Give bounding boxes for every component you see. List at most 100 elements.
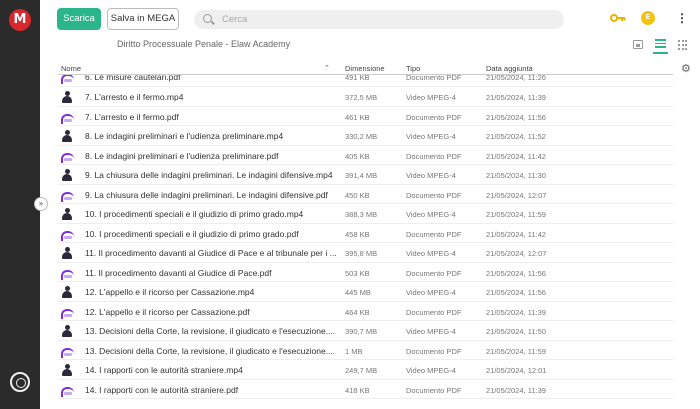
table-row[interactable]: 7. L'arresto e il fermo.mp4 372,5 MB Video… bbox=[58, 87, 673, 107]
file-list: 6. Le misure cautelari.pdf 491 KB Document… bbox=[58, 75, 673, 409]
file-name: 9. La chiusura delle indagini preliminar… bbox=[85, 170, 333, 180]
column-header-date[interactable]: Data aggiunta bbox=[486, 64, 533, 73]
pdf-file-icon bbox=[61, 307, 74, 319]
file-type: Documento PDF bbox=[406, 151, 462, 161]
table-row[interactable]: 9. La chiusura delle indagini preliminar… bbox=[58, 185, 673, 204]
expand-sidebar-icon[interactable]: » bbox=[34, 197, 48, 211]
file-date: 21/05/2024, 11:39 bbox=[486, 93, 546, 102]
grid-view-icon[interactable] bbox=[678, 40, 688, 50]
file-type: Video MPEG-4 bbox=[406, 249, 456, 258]
file-name: 12. L'appello e il ricorso per Cassazion… bbox=[85, 287, 255, 297]
mega-logo[interactable]: M bbox=[9, 9, 31, 31]
save-to-mega-button[interactable]: Salva in MEGA bbox=[107, 8, 179, 30]
file-type: Documento PDF bbox=[406, 346, 462, 356]
table-row[interactable]: 10. I procedimenti speciali e il giudizi… bbox=[58, 204, 673, 224]
file-type: Documento PDF bbox=[406, 229, 462, 239]
file-size: 405 KB bbox=[345, 151, 370, 161]
column-header-name[interactable]: Nome bbox=[61, 64, 81, 73]
file-type: Documento PDF bbox=[406, 190, 462, 200]
file-type: Video MPEG-4 bbox=[406, 93, 456, 102]
file-size: 450 KB bbox=[345, 190, 370, 200]
file-date: 21/05/2024, 11:30 bbox=[486, 171, 546, 180]
file-date: 21/05/2024, 12:07 bbox=[486, 190, 547, 200]
table-row[interactable]: 14. I rapporti con le autorità straniere… bbox=[58, 360, 673, 380]
file-type: Video MPEG-4 bbox=[406, 327, 456, 336]
file-name: 14. I rapporti con le autorità straniere… bbox=[85, 365, 243, 375]
table-row[interactable]: 11. Il procedimento davanti al Giudice d… bbox=[58, 263, 673, 282]
video-file-icon bbox=[62, 91, 72, 103]
file-date: 21/05/2024, 12:07 bbox=[486, 249, 547, 258]
search-bar[interactable] bbox=[194, 10, 564, 29]
video-file-icon bbox=[62, 286, 72, 298]
app-window: M » Scarica Salva in MEGA E ⋮ Diritto Pr… bbox=[0, 0, 700, 409]
file-date: 21/05/2024, 11:59 bbox=[486, 346, 546, 356]
more-options-icon[interactable]: ⋮ bbox=[676, 12, 688, 26]
thumbnail-view-icon[interactable] bbox=[633, 40, 643, 49]
video-file-icon bbox=[62, 130, 72, 142]
search-icon bbox=[203, 14, 212, 23]
download-button[interactable]: Scarica bbox=[57, 8, 101, 30]
file-type: Documento PDF bbox=[406, 307, 462, 317]
video-file-icon bbox=[62, 247, 72, 259]
sort-ascending-icon[interactable]: ⌃ bbox=[324, 64, 330, 72]
avatar[interactable]: E bbox=[641, 11, 655, 25]
list-view-icon[interactable] bbox=[655, 39, 666, 51]
file-date: 21/05/2024, 11:52 bbox=[486, 132, 546, 141]
file-name: 7. L'arresto e il fermo.pdf bbox=[85, 111, 179, 122]
file-size: 1 MB bbox=[345, 346, 363, 356]
table-row[interactable]: 11. Il procedimento davanti al Giudice d… bbox=[58, 243, 673, 263]
file-size: 249,7 MB bbox=[345, 366, 378, 375]
file-type: Documento PDF bbox=[406, 112, 462, 122]
file-type: Video MPEG-4 bbox=[406, 366, 456, 375]
table-row[interactable]: 12. L'appello e il ricorso per Cassazion… bbox=[58, 282, 673, 302]
file-name: 6. Le misure cautelari.pdf bbox=[85, 75, 181, 82]
active-view-indicator bbox=[653, 52, 668, 54]
file-name: 12. L'appello e il ricorso per Cassazion… bbox=[85, 306, 250, 317]
file-date: 21/05/2024, 12:01 bbox=[486, 366, 547, 375]
file-date: 21/05/2024, 11:50 bbox=[486, 327, 546, 336]
video-file-icon bbox=[62, 364, 72, 376]
table-row[interactable]: 8. Le indagini preliminari e l'udienza p… bbox=[58, 146, 673, 165]
file-name: 13. Decisioni della Corte, la revisione,… bbox=[85, 345, 336, 356]
file-name: 8. Le indagini preliminari e l'udienza p… bbox=[85, 150, 279, 161]
file-size: 491 KB bbox=[345, 75, 370, 82]
file-date: 21/05/2024, 11:39 bbox=[486, 307, 546, 317]
table-row[interactable]: 14. I rapporti con le autorità straniere… bbox=[58, 380, 673, 399]
breadcrumb: Diritto Processuale Penale - Elaw Academ… bbox=[117, 39, 291, 49]
column-header-size[interactable]: Dimensione bbox=[345, 64, 385, 73]
key-icon[interactable] bbox=[610, 13, 626, 23]
pdf-file-icon bbox=[61, 112, 74, 124]
table-row[interactable]: 10. I procedimenti speciali e il giudizi… bbox=[58, 224, 673, 243]
file-size: 418 KB bbox=[345, 385, 370, 395]
table-row[interactable]: 9. La chiusura delle indagini preliminar… bbox=[58, 165, 673, 185]
file-type: Video MPEG-4 bbox=[406, 210, 456, 219]
file-size: 388,3 MB bbox=[345, 210, 378, 219]
file-date: 21/05/2024, 11:26 bbox=[486, 75, 546, 82]
file-name: 8. Le indagini preliminari e l'udienza p… bbox=[85, 131, 284, 141]
pdf-file-icon bbox=[61, 385, 74, 397]
table-row[interactable]: 13. Decisioni della Corte, la revisione,… bbox=[58, 341, 673, 360]
table-row[interactable]: 12. L'appello e il ricorso per Cassazion… bbox=[58, 302, 673, 321]
file-size: 330,2 MB bbox=[345, 132, 378, 141]
video-file-icon bbox=[62, 169, 72, 181]
file-size: 461 KB bbox=[345, 112, 370, 122]
table-row[interactable]: 7. L'arresto e il fermo.pdf 461 KB Documen… bbox=[58, 107, 673, 126]
table-row[interactable]: 13. Decisioni della Corte, la revisione,… bbox=[58, 321, 673, 341]
table-row[interactable]: 6. Le misure cautelari.pdf 491 KB Document… bbox=[58, 75, 673, 87]
pdf-file-icon bbox=[61, 346, 74, 358]
file-type: Documento PDF bbox=[406, 268, 462, 278]
file-size: 372,5 MB bbox=[345, 93, 378, 102]
table-header: Nome ⌃ Dimensione Tipo Data aggiunta bbox=[58, 62, 673, 75]
file-date: 21/05/2024, 11:39 bbox=[486, 385, 546, 395]
column-header-type[interactable]: Tipo bbox=[406, 64, 420, 73]
table-row[interactable]: 8. Le indagini preliminari e l'udienza p… bbox=[58, 126, 673, 146]
file-date: 21/05/2024, 11:59 bbox=[486, 210, 546, 219]
file-name: 14. I rapporti con le autorità straniere… bbox=[85, 384, 239, 395]
video-file-icon bbox=[62, 325, 72, 337]
file-type: Documento PDF bbox=[406, 75, 462, 82]
globe-icon[interactable] bbox=[10, 372, 30, 392]
file-name: 9. La chiusura delle indagini preliminar… bbox=[85, 189, 328, 200]
search-input[interactable] bbox=[222, 12, 542, 27]
file-size: 395,8 MB bbox=[345, 249, 378, 258]
gear-icon[interactable]: ⚙ bbox=[681, 62, 691, 75]
